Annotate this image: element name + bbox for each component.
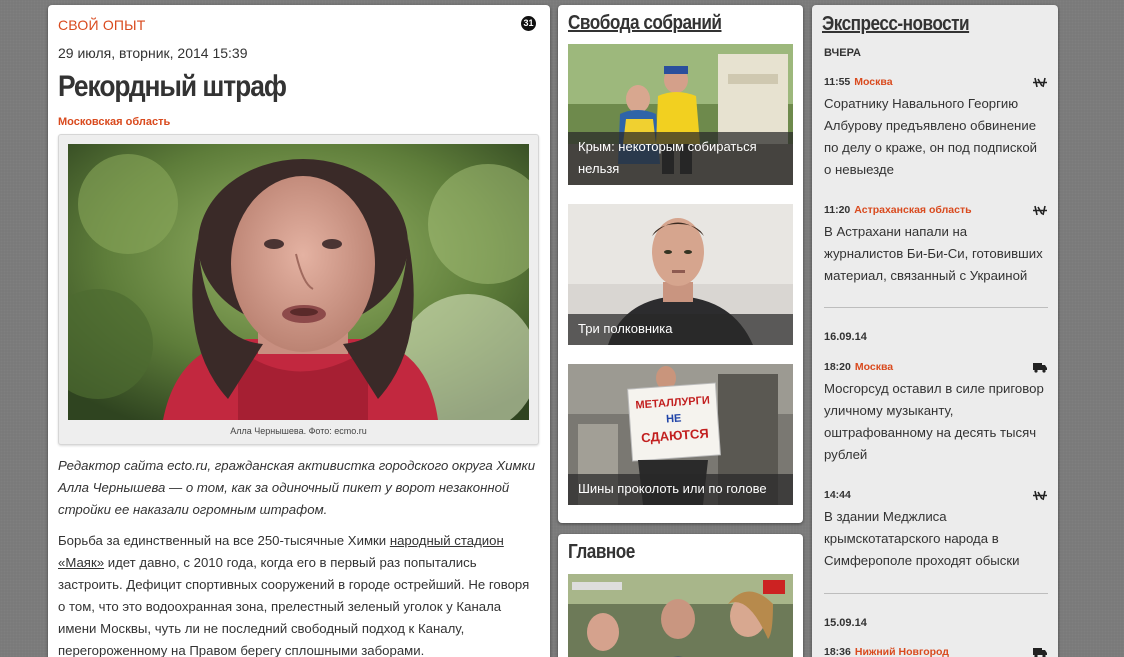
region-link[interactable]: Московская область — [58, 116, 170, 128]
news-time: 11:20 — [824, 204, 851, 216]
card-caption[interactable]: Три полковника — [568, 314, 793, 345]
news-item[interactable]: 18:20 Москва Мосгорсуд оставил в силе при… — [824, 361, 1048, 466]
news-card[interactable]: Три полковника — [568, 204, 793, 345]
news-item[interactable]: 14:44 В здании Меджлиса крымскотатарског… — [824, 489, 1048, 572]
news-day-label: ВЧЕРА — [824, 47, 861, 59]
gavel-icon — [1033, 490, 1047, 501]
photo-caption: Алла Чернышева. Фото: ecmo.ru — [230, 426, 367, 436]
news-text[interactable]: Соратнику Навального Георгию Албурову пр… — [824, 93, 1048, 181]
article-panel: СВОЙ ОПЫТ 31 29 июля, вторник, 2014 15:3… — [48, 5, 550, 657]
divider — [824, 593, 1048, 594]
news-card[interactable]: МЕТАЛЛУРГИ НЕ СДАЮТСЯ Шины проколоть или… — [568, 364, 793, 505]
news-item[interactable]: 11:55 Москва Соратнику Навального Георгию… — [824, 76, 1048, 181]
news-region-link[interactable]: Нижний Новгород — [855, 646, 949, 657]
article-title: Рекордный штраф — [58, 70, 287, 103]
news-time: 18:20 — [824, 361, 851, 373]
divider — [824, 307, 1048, 308]
news-time: 14:44 — [824, 489, 851, 501]
news-time: 11:55 — [824, 76, 851, 88]
protest-sign-line-2: НЕ — [666, 412, 682, 425]
card-caption[interactable]: Крым: некоторым собираться нельзя — [568, 132, 793, 185]
article-lead: Редактор сайта ecto.ru, гражданская акти… — [58, 458, 536, 517]
main-news-panel: Главное — [558, 534, 803, 657]
news-card[interactable] — [568, 574, 793, 657]
article-photo — [68, 144, 529, 420]
news-item[interactable]: 11:20 Астраханская область В Астрахани на… — [824, 204, 1048, 287]
panel-title[interactable]: Экспресс-новости — [822, 13, 970, 36]
card-caption[interactable]: Шины проколоть или по голове — [568, 474, 793, 505]
news-time: 18:36 — [824, 646, 851, 657]
express-news-panel: Экспресс-новости ВЧЕРА 11:55 Москва Сорат… — [812, 5, 1058, 657]
news-card[interactable]: Крым: некоторым собираться нельзя — [568, 44, 793, 185]
freedom-of-assembly-panel: Свобода собраний Крым: некоторым собират… — [558, 5, 803, 523]
article-body: Борьба за единственный на все 250-тысячн… — [58, 530, 538, 657]
body-text: Борьба за единственный на все 250-тысячн… — [58, 533, 390, 548]
news-region-link[interactable]: Москва — [855, 361, 893, 373]
truck-icon — [1033, 363, 1047, 373]
comment-count-badge[interactable]: 31 — [521, 16, 536, 31]
news-region-link[interactable]: Москва — [854, 76, 892, 88]
panel-title[interactable]: Главное — [568, 541, 635, 564]
news-region-link[interactable]: Астраханская область — [854, 204, 971, 216]
gavel-icon — [1033, 205, 1047, 216]
news-text[interactable]: В здании Меджлиса крымскотатарского наро… — [824, 506, 1048, 572]
news-text[interactable]: В Астрахани напали на журналистов Би-Би-… — [824, 221, 1048, 287]
news-day-label: 15.09.14 — [824, 617, 867, 629]
news-text[interactable]: Мосгорсуд оставил в силе приговор улично… — [824, 378, 1048, 466]
section-label[interactable]: СВОЙ ОПЫТ — [58, 17, 146, 33]
truck-icon — [1033, 648, 1047, 657]
article-figure: Алла Чернышева. Фото: ecmo.ru — [58, 134, 539, 445]
body-text-continued: идет давно, с 2010 года, когда его в пер… — [58, 555, 530, 657]
panel-title[interactable]: Свобода собраний — [568, 12, 722, 35]
gavel-icon — [1033, 77, 1047, 88]
news-item[interactable]: 18:36 Нижний Новгород — [824, 646, 1048, 657]
article-date: 29 июля, вторник, 2014 15:39 — [58, 45, 248, 61]
news-day-label: 16.09.14 — [824, 331, 867, 343]
